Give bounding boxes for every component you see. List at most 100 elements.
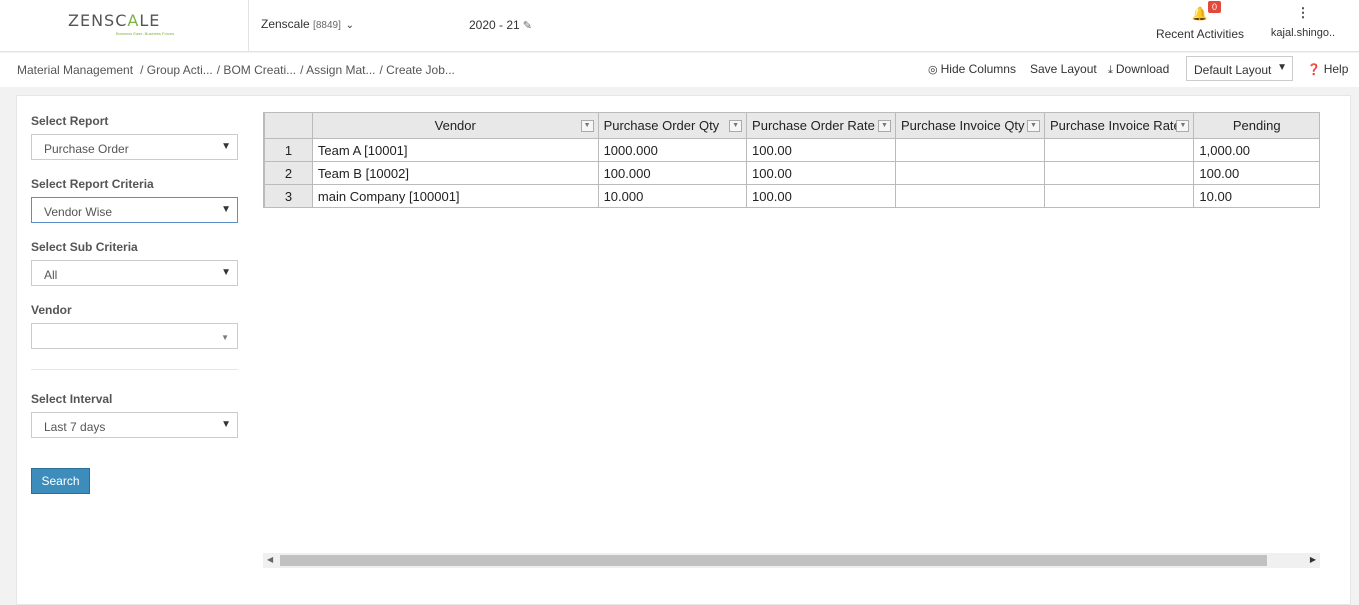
download-icon: ⤓	[1108, 64, 1113, 76]
more-vertical-icon: ⋮	[1296, 5, 1310, 20]
cell-vendor[interactable]: Team B [10002]	[311, 161, 599, 185]
select-sub-criteria-dropdown[interactable]: All ▼	[31, 260, 238, 286]
search-button[interactable]: Search	[31, 468, 90, 494]
dropdown-arrow-icon: ▼	[221, 267, 231, 278]
notification-badge: 0	[1208, 1, 1222, 13]
logo-tagline: Business Ease, Business Forces	[116, 31, 175, 36]
select-sub-criteria-value: All	[44, 268, 58, 282]
scroll-right-arrow-icon[interactable]: ▶	[1310, 555, 1316, 564]
row-index-header	[264, 112, 313, 139]
select-interval-label: Select Interval	[31, 392, 113, 406]
breadcrumb-bar: Material Management / Group Acti... / BOM …	[0, 53, 1359, 87]
table-row[interactable]: 3 main Company [100001] 10.000 100.00 10…	[264, 184, 1320, 208]
row-index: 2	[264, 161, 313, 185]
breadcrumb: Material Management / Group Acti... / BOM …	[17, 63, 459, 77]
column-header-label: Vendor	[434, 118, 476, 133]
column-header-pi-rate[interactable]: Purchase Invoice Rate ▼	[1043, 112, 1195, 139]
vendor-dropdown[interactable]: ▼	[31, 323, 238, 349]
cell-vendor[interactable]: Team A [10001]	[311, 138, 599, 162]
vendor-label: Vendor	[31, 303, 72, 317]
cell-pi-rate[interactable]	[1043, 161, 1195, 185]
column-header-pending[interactable]: Pending	[1193, 112, 1320, 139]
recent-activities-label: Recent Activities	[1155, 27, 1245, 41]
select-report-value: Purchase Order	[44, 142, 129, 156]
top-header: ZENSCALE Business Ease, Business Forces …	[0, 0, 1359, 52]
help-button[interactable]: ❓ Help	[1307, 62, 1348, 76]
save-layout-button[interactable]: Save Layout	[1030, 62, 1097, 76]
header-divider	[248, 0, 249, 52]
zenscale-logo[interactable]: ZENSCALE Business Ease, Business Forces	[68, 11, 180, 37]
cell-po-qty[interactable]: 100.000	[597, 161, 748, 185]
select-interval-value: Last 7 days	[44, 420, 106, 434]
table-row[interactable]: 2 Team B [10002] 100.000 100.00 100.00	[264, 161, 1320, 185]
column-header-label: Purchase Invoice Qty	[900, 118, 1025, 133]
chevron-down-icon: ⌄	[342, 20, 355, 31]
year-label: 2020 - 21	[469, 18, 520, 32]
column-header-vendor[interactable]: Vendor ▼	[311, 112, 599, 139]
filter-dropdown-icon[interactable]: ▼	[729, 120, 743, 132]
cell-pending[interactable]: 10.00	[1193, 184, 1320, 208]
table-row[interactable]: 1 Team A [10001] 1000.000 100.00 1,000.0…	[264, 138, 1320, 162]
cell-po-qty[interactable]: 1000.000	[597, 138, 748, 162]
help-label: Help	[1323, 62, 1349, 76]
column-header-label: Pending	[1232, 118, 1281, 133]
breadcrumb-item[interactable]: / Create Job...	[380, 63, 455, 77]
scroll-left-arrow-icon[interactable]: ◀	[267, 555, 273, 564]
user-menu[interactable]: ⋮ kajal.shingo..	[1268, 5, 1338, 40]
breadcrumb-item[interactable]: Material Management	[17, 63, 133, 77]
cell-pi-qty[interactable]	[894, 138, 1045, 162]
company-code: [8849]	[313, 20, 341, 31]
column-header-label: Purchase Invoice Rate	[1049, 118, 1181, 133]
filter-dropdown-icon[interactable]: ▼	[877, 120, 891, 132]
breadcrumb-item[interactable]: / Group Acti...	[140, 63, 213, 77]
breadcrumb-item[interactable]: / Assign Mat...	[300, 63, 375, 77]
cell-pi-qty[interactable]	[894, 161, 1045, 185]
chevron-down-icon: ▼	[221, 333, 229, 342]
cell-po-rate[interactable]: 100.00	[746, 184, 896, 208]
breadcrumb-item[interactable]: / BOM Creati...	[217, 63, 296, 77]
column-header-label: Purchase Order Rate	[752, 118, 875, 133]
report-grid: Vendor ▼ Purchase Order Qty ▼ Purchase Ord…	[263, 112, 1320, 208]
cell-po-rate[interactable]: 100.00	[746, 138, 896, 162]
select-report-criteria-value: Vendor Wise	[44, 205, 113, 219]
column-header-label: Purchase Order Qty	[603, 118, 720, 133]
cell-vendor[interactable]: main Company [100001]	[311, 184, 599, 208]
edit-icon[interactable]: ✎	[523, 20, 532, 32]
company-name: Zenscale	[261, 17, 310, 31]
cell-po-qty[interactable]: 10.000	[597, 184, 748, 208]
row-index: 3	[264, 184, 313, 208]
select-report-criteria-label: Select Report Criteria	[31, 177, 154, 191]
dropdown-arrow-icon: ▼	[1277, 62, 1287, 73]
column-header-po-rate[interactable]: Purchase Order Rate ▼	[746, 112, 896, 139]
download-button[interactable]: ⤓ Download	[1108, 62, 1169, 77]
report-table: Vendor ▼ Purchase Order Qty ▼ Purchase Ord…	[264, 112, 1320, 208]
save-layout-label: Save Layout	[1030, 62, 1097, 76]
select-report-label: Select Report	[31, 114, 109, 128]
cell-po-rate[interactable]: 100.00	[746, 161, 896, 185]
table-header-row: Vendor ▼ Purchase Order Qty ▼ Purchase Ord…	[264, 112, 1320, 139]
filter-dropdown-icon[interactable]: ▼	[1026, 120, 1040, 132]
company-selector[interactable]: Zenscale [8849] ⌄	[261, 17, 354, 31]
horizontal-scrollbar[interactable]: ◀ ▶	[263, 553, 1320, 568]
select-report-criteria-dropdown[interactable]: Vendor Wise ▼	[31, 197, 238, 223]
scrollbar-thumb[interactable]	[280, 555, 1267, 566]
cell-pending[interactable]: 1,000.00	[1193, 138, 1320, 162]
select-report-dropdown[interactable]: Purchase Order ▼	[31, 134, 238, 160]
column-header-pi-qty[interactable]: Purchase Invoice Qty ▼	[894, 112, 1045, 139]
dropdown-arrow-icon: ▼	[221, 204, 231, 215]
cell-pi-rate[interactable]	[1043, 138, 1195, 162]
cell-pi-qty[interactable]	[894, 184, 1045, 208]
cell-pi-rate[interactable]	[1043, 184, 1195, 208]
recent-activities[interactable]: 🔔 0 Recent Activities	[1150, 1, 1250, 41]
filter-dropdown-icon[interactable]: ▼	[1176, 120, 1190, 132]
filter-dropdown-icon[interactable]: ▼	[580, 120, 594, 132]
column-header-po-qty[interactable]: Purchase Order Qty ▼	[597, 112, 748, 139]
cell-pending[interactable]: 100.00	[1193, 161, 1320, 185]
download-label: Download	[1115, 62, 1170, 76]
select-interval-dropdown[interactable]: Last 7 days ▼	[31, 412, 238, 438]
select-sub-criteria-label: Select Sub Criteria	[31, 240, 138, 254]
hide-columns-button[interactable]: ◎ Hide Columns	[928, 62, 1016, 76]
row-index: 1	[264, 138, 313, 162]
layout-select[interactable]: Default Layout ▼	[1186, 56, 1293, 81]
financial-year[interactable]: 2020 - 21 ✎	[469, 18, 532, 32]
